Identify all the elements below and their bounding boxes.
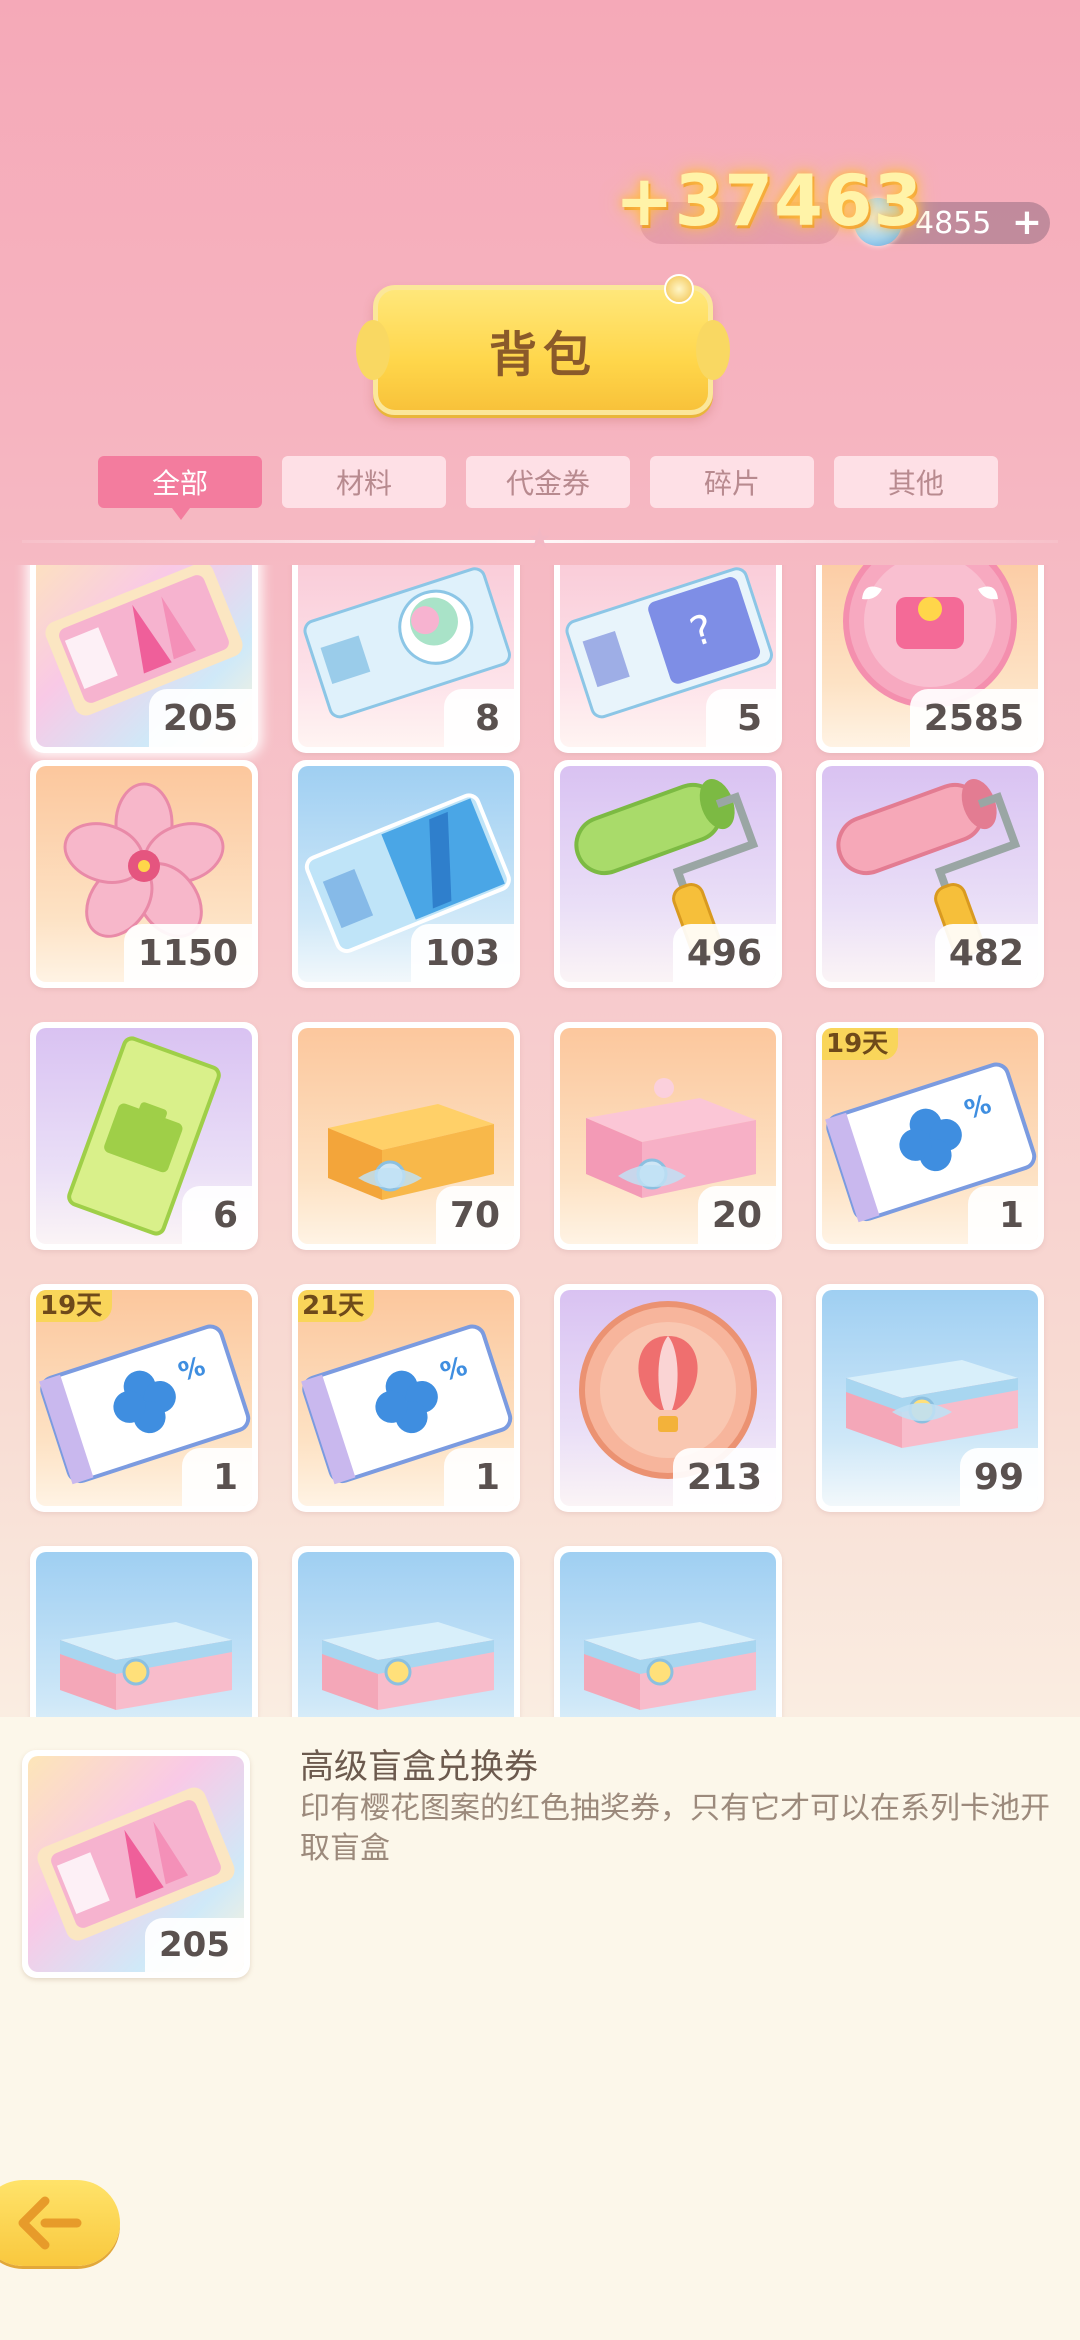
blue-gift-box-icon (584, 1622, 756, 1710)
divider-star-icon: ★ (527, 522, 553, 555)
item-count: 20 (697, 1186, 776, 1244)
blue-gift-box-icon (322, 1622, 494, 1710)
inventory-item[interactable]: 2585 (816, 565, 1044, 753)
inventory-item[interactable]: 70 (292, 1022, 520, 1250)
tab-all[interactable]: 全部 (98, 456, 262, 520)
item-count: 1 (968, 1186, 1038, 1244)
detail-item-count: 205 (145, 1918, 244, 1972)
item-count: 205 (148, 689, 252, 747)
item-count: 8 (444, 689, 514, 747)
tab-label: 代金券 (505, 467, 590, 500)
add-gems-button[interactable]: + (1012, 202, 1042, 243)
item-count: 5 (706, 689, 776, 747)
item-count: 213 (672, 1448, 776, 1506)
detail-item-description: 印有樱花图案的红色抽奖券，只有它才可以在系列卡池开取盲盒 (300, 1791, 1050, 1866)
inventory-item[interactable]: 99 (816, 1284, 1044, 1512)
gain-amount-floater: +37463 (615, 160, 924, 242)
item-count: 103 (410, 924, 514, 982)
expiry-badge: 21天 (298, 1290, 375, 1322)
inventory-item[interactable]: 205 (30, 565, 258, 753)
tab-vouchers[interactable]: 代金券 (466, 456, 630, 508)
item-count: 6 (182, 1186, 252, 1244)
tab-materials[interactable]: 材料 (282, 456, 446, 508)
item-count: 99 (959, 1448, 1038, 1506)
category-tabs: 全部 材料 代金券 碎片 其他 (98, 456, 998, 520)
tab-label: 其他 (887, 467, 944, 500)
inventory-item[interactable]: % 19天 1 (30, 1284, 258, 1512)
expiry-badge: 19天 (36, 1290, 113, 1322)
item-count: 1 (444, 1448, 514, 1506)
inventory-item[interactable]: 6 (30, 1022, 258, 1250)
item-count: 482 (934, 924, 1038, 982)
inventory-item[interactable]: ? 5 (554, 565, 782, 753)
inventory-item[interactable]: 213 (554, 1284, 782, 1512)
tab-others[interactable]: 其他 (834, 456, 998, 508)
item-count: 1150 (123, 924, 252, 982)
expiry-badge: 19天 (822, 1028, 899, 1060)
back-button[interactable] (0, 2180, 120, 2266)
inventory-item[interactable]: 496 (554, 760, 782, 988)
inventory-item[interactable]: % 21天 1 (292, 1284, 520, 1512)
item-count: 70 (435, 1186, 514, 1244)
title-banner: 背包 (356, 274, 730, 415)
page-title: 背包 (488, 327, 597, 383)
tab-label: 碎片 (703, 467, 760, 500)
banner-knob-icon (664, 274, 694, 304)
item-count: 496 (672, 924, 776, 982)
tab-fragments[interactable]: 碎片 (650, 456, 814, 508)
inventory-item[interactable] (292, 1546, 520, 1717)
inventory-scroll-area[interactable]: 205 8 ? 5 2585 1150 103 496 482 6 70 20 … (0, 565, 1080, 1717)
inventory-item[interactable] (554, 1546, 782, 1717)
item-detail-panel: 205 高级盲盒兑换券 印有樱花图案的红色抽奖券，只有它才可以在系列卡池开取盲盒 (0, 1717, 1080, 2340)
inventory-item[interactable]: 20 (554, 1022, 782, 1250)
back-arrow-icon (18, 2196, 82, 2250)
tab-label: 全部 (151, 467, 208, 500)
blue-gift-box-icon (60, 1622, 232, 1710)
item-count: 2585 (909, 689, 1038, 747)
inventory-item[interactable]: 103 (292, 760, 520, 988)
inventory-item[interactable]: 482 (816, 760, 1044, 988)
inventory-item[interactable]: % 19天 1 (816, 1022, 1044, 1250)
gem-balance-value: 4855 (915, 206, 992, 241)
inventory-item[interactable]: 8 (292, 565, 520, 753)
detail-item-name: 高级盲盒兑换券 (300, 1747, 538, 1787)
inventory-item[interactable]: 1150 (30, 760, 258, 988)
inventory-item[interactable] (30, 1546, 258, 1717)
tab-label: 材料 (335, 467, 392, 500)
detail-thumbnail: 205 (22, 1750, 250, 1978)
item-count: 1 (182, 1448, 252, 1506)
